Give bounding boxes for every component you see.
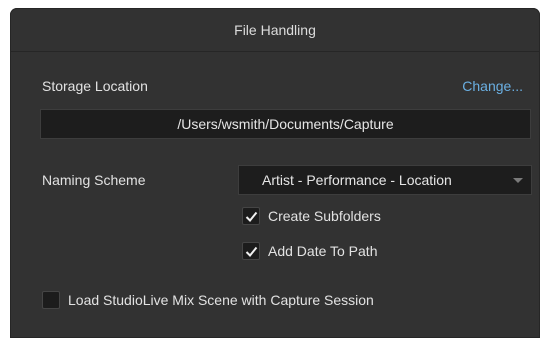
storage-location-label: Storage Location [42,78,148,94]
change-storage-link[interactable]: Change... [462,78,523,94]
load-studiolive-option[interactable]: Load StudioLive Mix Scene with Capture S… [42,291,482,311]
chevron-down-icon [513,178,523,183]
checkmark-icon [245,246,258,257]
add-date-to-path-option[interactable]: Add Date To Path [242,242,442,262]
checkmark-icon [245,211,258,222]
file-handling-dialog: File Handling Storage Location Change...… [10,8,540,338]
storage-path-field[interactable]: /Users/wsmith/Documents/Capture [40,109,531,139]
naming-scheme-label: Naming Scheme [42,172,146,188]
create-subfolders-checkbox[interactable] [242,207,260,225]
add-date-to-path-label: Add Date To Path [268,243,378,259]
add-date-to-path-checkbox[interactable] [242,242,260,260]
create-subfolders-label: Create Subfolders [268,208,381,224]
create-subfolders-option[interactable]: Create Subfolders [242,207,442,227]
naming-scheme-select[interactable]: Artist - Performance - Location [238,165,532,195]
dialog-title: File Handling [10,8,540,52]
load-studiolive-label: Load StudioLive Mix Scene with Capture S… [68,292,374,308]
load-studiolive-checkbox[interactable] [42,291,60,309]
naming-scheme-value: Artist - Performance - Location [262,172,452,188]
